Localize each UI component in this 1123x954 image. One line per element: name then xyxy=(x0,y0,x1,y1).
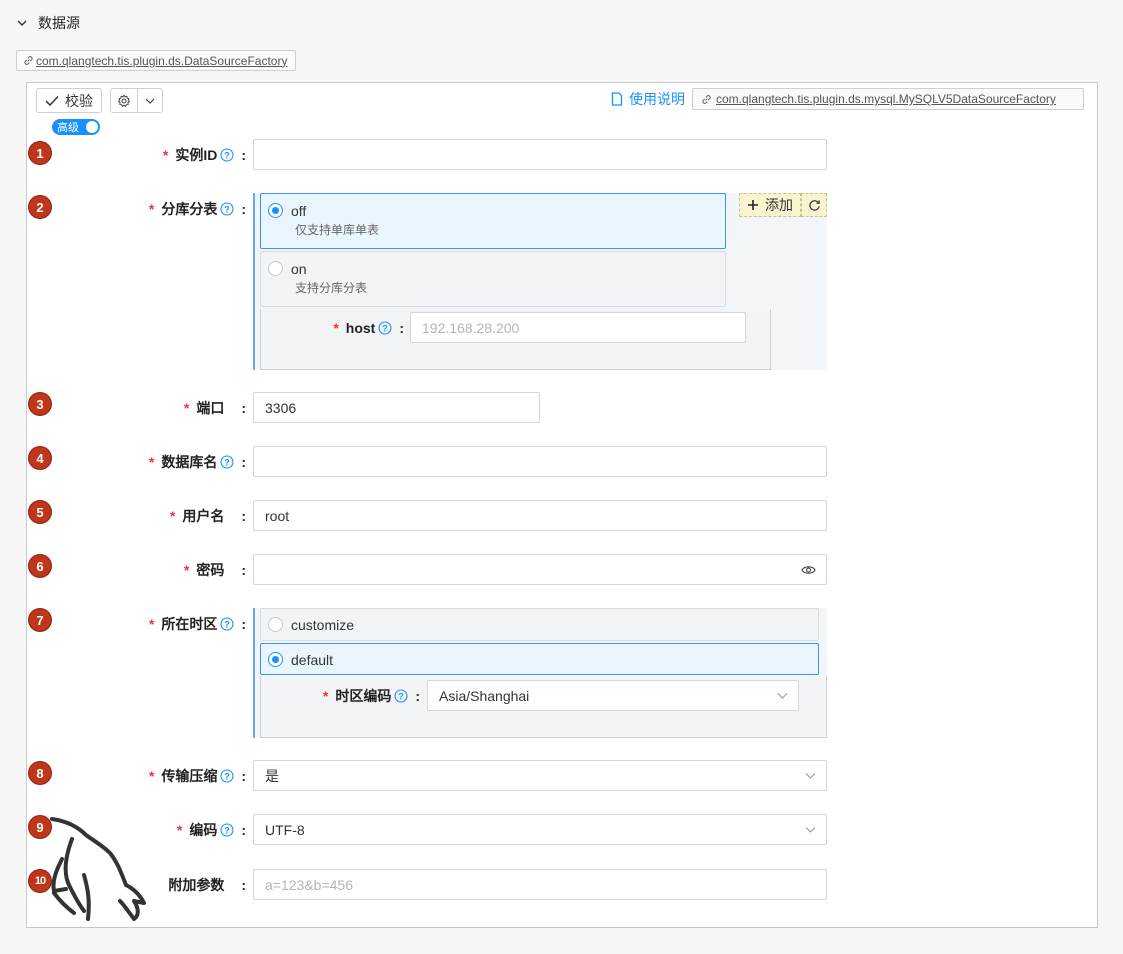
radio-button[interactable] xyxy=(268,203,283,218)
password-label: * 密码 : xyxy=(183,562,246,578)
chevron-down-icon xyxy=(805,773,816,779)
step-badge: 7 xyxy=(29,609,51,631)
radio-button[interactable] xyxy=(268,261,283,276)
svg-text:?: ? xyxy=(225,150,231,160)
extra-params-label: 附加参数 : xyxy=(168,877,246,893)
help-icon[interactable]: ? xyxy=(220,769,234,783)
settings-button[interactable] xyxy=(110,88,138,113)
tz-code-label: * 时区编码 ? : xyxy=(322,688,420,704)
doc-link[interactable]: 使用说明 xyxy=(611,90,685,108)
sharding-label: * 分库分表 ? : xyxy=(148,201,246,217)
username-input[interactable]: root xyxy=(253,500,827,531)
encoding-select[interactable]: UTF-8 xyxy=(253,814,827,845)
eye-icon[interactable] xyxy=(801,563,816,577)
chevron-down-icon xyxy=(805,827,816,833)
step-badge: 3 xyxy=(29,393,51,415)
host-input[interactable]: 192.168.28.200 xyxy=(410,312,746,343)
username-label: * 用户名 : xyxy=(169,508,246,524)
chevron-down-icon[interactable] xyxy=(16,17,28,29)
timezone-group-bar xyxy=(253,608,255,738)
section-title: 数据源 xyxy=(38,15,80,31)
section-header[interactable]: 数据源 xyxy=(16,14,80,32)
factory-tag[interactable]: com.qlangtech.tis.plugin.ds.DataSourceFa… xyxy=(16,50,297,71)
option-desc: 仅支持单库单表 xyxy=(295,223,380,237)
help-icon[interactable]: ? xyxy=(220,823,234,837)
link-icon xyxy=(702,94,711,104)
host-label: * host ? : xyxy=(333,320,404,336)
refresh-button[interactable] xyxy=(801,193,827,217)
book-icon xyxy=(611,92,623,106)
svg-text:?: ? xyxy=(225,457,231,467)
password-input[interactable] xyxy=(253,554,827,585)
svg-text:?: ? xyxy=(225,771,231,781)
validate-label: 校验 xyxy=(65,92,93,109)
advanced-toggle[interactable]: 高级 xyxy=(52,119,100,135)
chevron-down-icon xyxy=(145,98,155,104)
plugin-tag[interactable]: com.qlangtech.tis.plugin.ds.mysql.MySQLV… xyxy=(692,88,1084,110)
toggle-knob xyxy=(86,121,98,133)
validate-button[interactable]: 校验 xyxy=(36,88,102,113)
plus-icon xyxy=(748,200,758,210)
compress-label: * 传输压缩 ? : xyxy=(148,768,246,784)
help-icon[interactable]: ? xyxy=(378,321,392,335)
step-badge: 1 xyxy=(29,142,51,164)
check-icon xyxy=(45,95,59,106)
sharding-option-off[interactable]: off 仅支持单库单表 xyxy=(260,193,726,249)
help-icon[interactable]: ? xyxy=(220,617,234,631)
sharding-group-bar xyxy=(253,193,255,370)
radio-button[interactable] xyxy=(268,617,283,632)
mysql-dolphin-icon xyxy=(50,817,146,921)
help-icon[interactable]: ? xyxy=(220,148,234,162)
extra-params-input[interactable]: a=123&b=456 xyxy=(253,869,827,900)
step-badge: 6 xyxy=(29,555,51,577)
instance-id-label: * 实例ID ? : xyxy=(162,147,246,163)
step-badge: 4 xyxy=(29,447,51,469)
step-badge: 5 xyxy=(29,501,51,523)
sharding-option-on[interactable]: on 支持分库分表 xyxy=(260,251,726,307)
compress-select[interactable]: 是 xyxy=(253,760,827,791)
svg-text:?: ? xyxy=(399,691,405,701)
option-title: customize xyxy=(291,617,355,633)
svg-text:?: ? xyxy=(225,825,231,835)
step-badge: 2 xyxy=(29,196,51,218)
option-title: off xyxy=(291,203,307,219)
help-icon[interactable]: ? xyxy=(220,202,234,216)
radio-button[interactable] xyxy=(268,652,283,667)
chevron-down-icon xyxy=(777,693,788,699)
db-name-input[interactable] xyxy=(253,446,827,477)
svg-text:?: ? xyxy=(383,323,389,333)
doc-link-label: 使用说明 xyxy=(629,91,685,107)
tz-code-select[interactable]: Asia/Shanghai xyxy=(427,680,799,711)
advanced-toggle-label: 高级 xyxy=(57,122,79,134)
plugin-tag-text: com.qlangtech.tis.plugin.ds.mysql.MySQLV… xyxy=(716,92,1056,106)
step-badge: 8 xyxy=(29,762,51,784)
link-icon xyxy=(24,56,33,65)
help-icon[interactable]: ? xyxy=(220,455,234,469)
timezone-option-customize[interactable]: customize xyxy=(260,608,819,641)
port-input[interactable]: 3306 xyxy=(253,392,540,423)
option-title: default xyxy=(291,652,334,668)
svg-text:?: ? xyxy=(225,619,231,629)
encoding-label: * 编码 ? : xyxy=(176,822,246,838)
port-label: * 端口 : xyxy=(183,400,246,416)
instance-id-input[interactable] xyxy=(253,139,827,170)
db-name-label: * 数据库名 ? : xyxy=(148,454,246,470)
option-desc: 支持分库分表 xyxy=(295,281,368,295)
svg-text:?: ? xyxy=(225,204,231,214)
gear-icon xyxy=(117,93,131,107)
option-title: on xyxy=(291,261,307,277)
refresh-icon xyxy=(808,199,820,211)
timezone-option-default[interactable]: default xyxy=(260,643,819,675)
factory-tag-text: com.qlangtech.tis.plugin.ds.DataSourceFa… xyxy=(36,53,288,68)
add-button[interactable]: 添加 xyxy=(739,193,801,217)
timezone-label: * 所在时区 ? : xyxy=(148,616,246,632)
settings-dropdown-button[interactable] xyxy=(137,88,163,113)
help-icon[interactable]: ? xyxy=(394,689,408,703)
add-button-label: 添加 xyxy=(765,197,793,213)
